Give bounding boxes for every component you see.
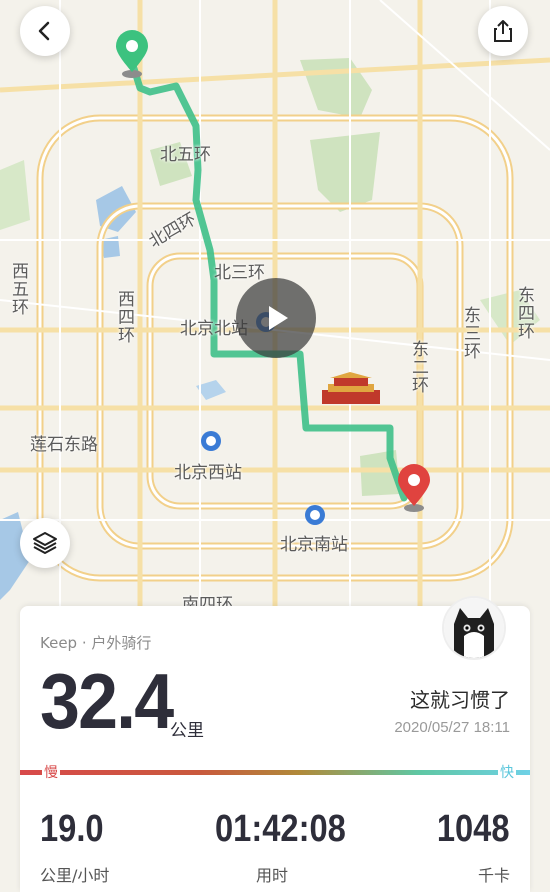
speed-slow-label: 慢 xyxy=(42,762,60,782)
speed-fast-label: 快 xyxy=(498,762,516,782)
chevron-left-icon xyxy=(38,21,50,41)
play-button[interactable] xyxy=(236,278,316,358)
back-button[interactable] xyxy=(20,6,70,56)
distance-unit: 公里 xyxy=(170,721,204,741)
distance-value: 32.4 xyxy=(40,657,174,745)
duration-label: 用时 xyxy=(256,866,289,885)
activity-card: Keep · 户外骑行 32.4 公里 这就习惯了 2020/05/27 18:… xyxy=(20,598,530,892)
layers-icon xyxy=(33,532,57,554)
layers-button[interactable] xyxy=(20,518,70,568)
activity-datetime: 2020/05/27 18:11 xyxy=(394,719,510,736)
activity-source: Keep · 户外骑行 xyxy=(40,634,152,652)
road-label: 西四环 xyxy=(114,290,134,344)
share-icon xyxy=(494,20,512,42)
share-button[interactable] xyxy=(478,6,528,56)
landmark-icon xyxy=(322,372,380,404)
road-label: 东四环 xyxy=(514,286,534,340)
road-label: 西五环 xyxy=(8,262,28,316)
duration-value: 01:42:08 xyxy=(215,808,346,850)
cat-avatar-icon xyxy=(444,598,504,658)
play-icon xyxy=(269,306,288,330)
station-label: 北京南站 xyxy=(280,535,348,555)
speed-value: 19.0 xyxy=(40,808,104,850)
avatar[interactable] xyxy=(444,598,504,658)
road-label: 北三环 xyxy=(214,263,265,283)
station-label: 北京西站 xyxy=(174,463,242,483)
calories-label: 千卡 xyxy=(477,866,510,885)
speed-label: 公里/小时 xyxy=(40,866,110,885)
start-pin-icon xyxy=(116,30,148,78)
speed-gradient-bar xyxy=(20,770,530,775)
calories-value: 1048 xyxy=(437,808,510,850)
road-label: 东三环 xyxy=(460,306,480,360)
activity-caption: 这就习惯了 xyxy=(410,688,510,712)
road-label: 莲石东路 xyxy=(30,435,98,455)
road-label: 东二环 xyxy=(408,340,428,394)
road-label: 北五环 xyxy=(160,145,211,165)
